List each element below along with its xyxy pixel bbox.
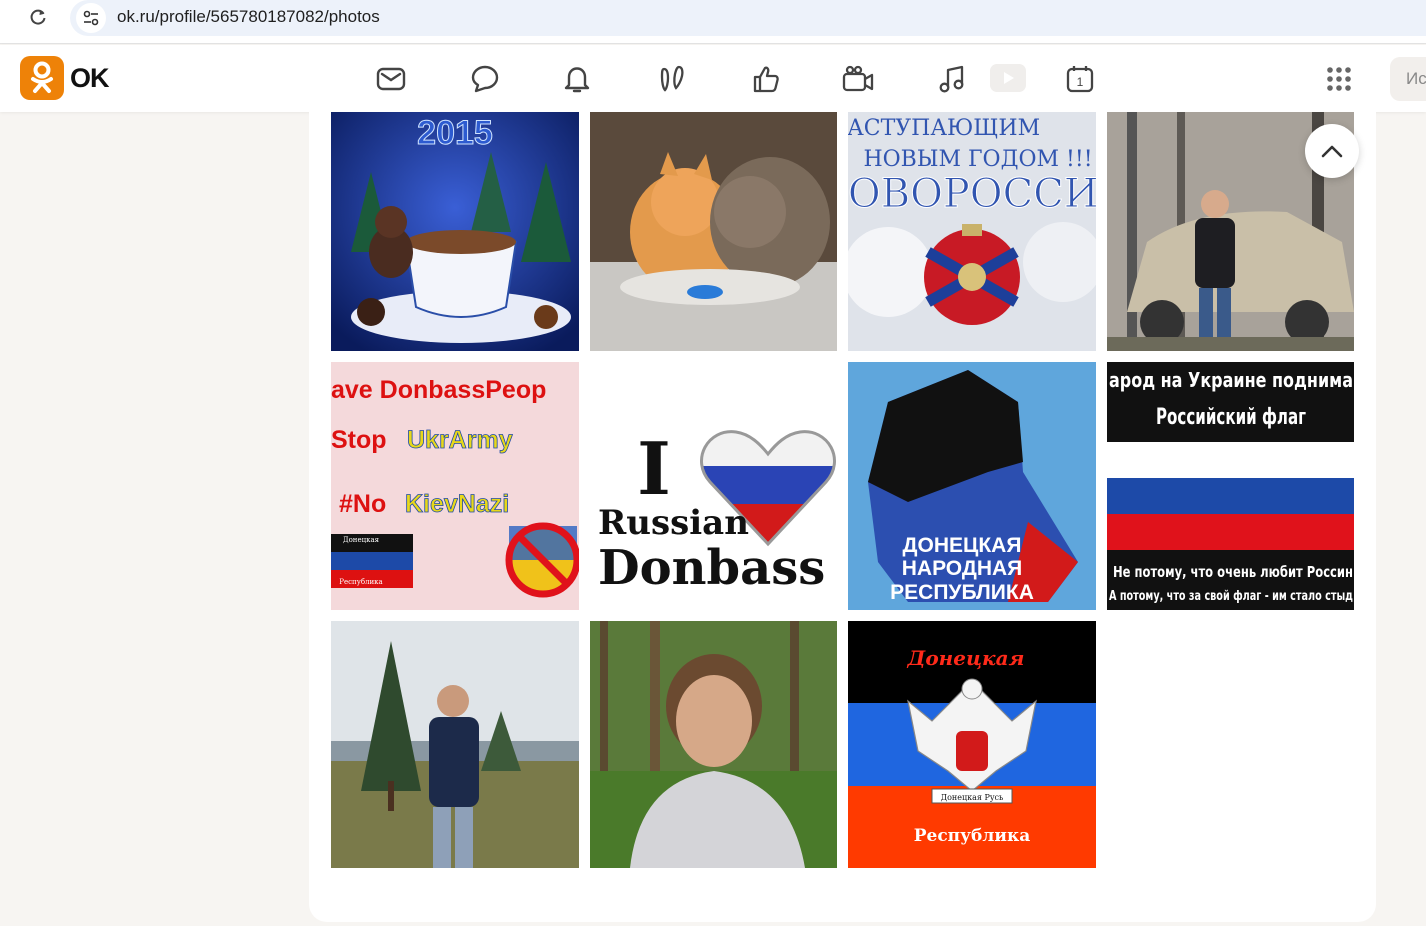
photo-3-text-1: НОВЫМ ГОДОМ !!! [863,147,1092,172]
mail-icon[interactable] [374,62,408,96]
chevron-up-icon [1321,145,1343,158]
ok-logo-text: OK [70,62,109,93]
photo-novorossiya-new-year[interactable]: НАСТУПАЮЩИМ НОВЫМ ГОДОМ !!! НОВОРОССИЯ [848,112,1096,351]
photo-5-text-2: UkrArmy [407,426,513,454]
photo-dnr-flag[interactable]: Донецкая Донецкая Русь Республика [848,621,1096,868]
photo-dnr-map[interactable]: ДОНЕЦКАЯ НАРОДНАЯ РЕСПУБЛИКА [848,362,1096,610]
photo-11-text-1: Донецкая Русь [941,793,1004,802]
photo-5-text-1: Stop [331,426,387,454]
photo-kittens[interactable] [590,112,837,351]
photo-8-text-1: Российский флаг [1156,405,1306,430]
likes-icon[interactable] [749,62,783,96]
photo-6-text-0: I [637,426,671,511]
camera-icon[interactable] [841,62,875,96]
photo-7-text-1: НАРОДНАЯ [902,557,1023,580]
search-placeholder: Ис [1406,69,1426,88]
photo-11-text-0: Донецкая [907,646,1025,670]
url-text[interactable]: ok.ru/profile/565780187082/photos [117,7,380,27]
guests-icon[interactable] [655,62,689,96]
photo-8-text-2: Не потому, что очень любит Россин [1113,563,1353,581]
browser-toolbar: ok.ru/profile/565780187082/photos [0,0,1426,44]
music-icon[interactable] [935,62,969,96]
photo-5-text-0: ave DonbassPeop [331,376,546,404]
site-header: OK 1 Ис [0,45,1426,112]
ok-logo-icon [20,56,64,100]
photo-11-text-2: Республика [914,826,1031,846]
photo-6-text-2: Donbass [598,540,825,596]
ok-logo[interactable]: OK [20,56,109,100]
photo-man-in-park[interactable] [331,621,579,868]
chat-icon[interactable] [468,62,502,96]
bell-icon[interactable] [560,62,594,96]
photo-5-text-5: Донецкая [343,536,380,544]
video-icon[interactable] [990,64,1026,92]
site-info-icon[interactable] [76,3,106,33]
photo-7-text-0: ДОНЕЦКАЯ [903,534,1022,557]
photo-5-text-6: Республика [339,578,382,586]
photo-1-text-0: 2015 [417,114,493,152]
apps-grid-icon[interactable] [1322,62,1356,96]
photo-5-text-4: KievNazi [405,490,509,518]
photo-save-donbass[interactable]: ave DonbassPeop Stop UkrArmy #No KievNaz… [331,362,579,610]
calendar-icon[interactable]: 1 [1063,62,1097,96]
reload-icon[interactable] [26,5,50,29]
photo-flag-poster[interactable]: арод на Украине поднима Российский флаг … [1107,362,1354,610]
photo-6-text-1: Russian [598,503,749,543]
calendar-day: 1 [1077,75,1084,89]
photo-8-text-0: арод на Украине поднима [1109,368,1353,392]
photo-3-text-0: НАСТУПАЮЩИМ [848,116,1040,141]
photo-new-year-2015[interactable]: 2015 [331,112,579,351]
photo-i-love-russian-donbass[interactable]: I Russian Donbass [590,362,837,610]
photo-7-text-2: РЕСПУБЛИКА [890,581,1034,604]
photo-man-portrait[interactable] [590,621,837,868]
photo-8-text-3: А потому, что за свой флаг - им стало ст… [1109,589,1353,604]
photo-5-text-3: #No [339,490,386,518]
photo-3-text-2: НОВОРОССИЯ [848,171,1096,217]
scroll-to-top-button[interactable] [1305,124,1359,178]
search-input[interactable]: Ис [1390,57,1426,101]
